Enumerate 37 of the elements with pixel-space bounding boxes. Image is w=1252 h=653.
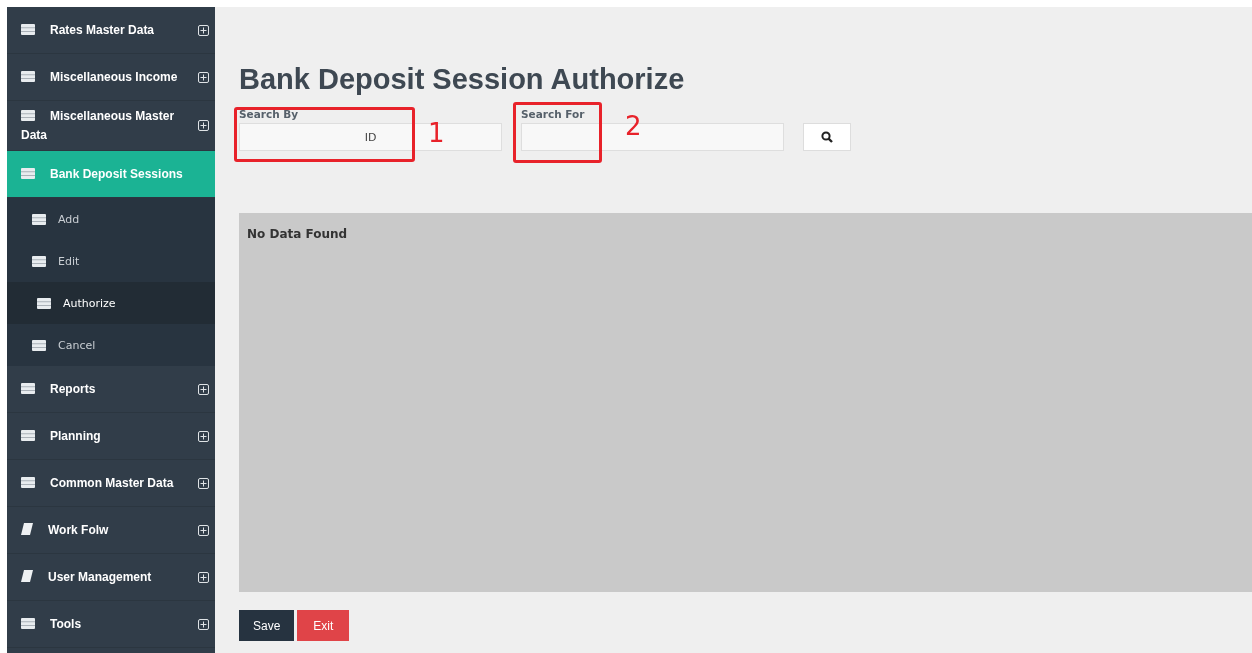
expand-icon[interactable] [198, 618, 209, 630]
list-icon [21, 382, 35, 394]
submenu-item[interactable]: Edit [7, 240, 215, 282]
expand-icon[interactable] [198, 477, 209, 489]
empty-message: No Data Found [247, 227, 348, 241]
list-icon [21, 167, 35, 179]
sidebar-item[interactable]: Rates Master Data [7, 7, 215, 54]
book-icon [21, 522, 33, 535]
expand-icon[interactable] [198, 383, 209, 395]
expand-icon[interactable] [198, 571, 209, 583]
expand-icon[interactable] [198, 24, 209, 36]
list-icon [21, 617, 35, 629]
expand-icon[interactable] [198, 120, 209, 131]
list-icon [32, 255, 46, 267]
exit-button[interactable]: Exit [297, 610, 350, 641]
list-icon [21, 23, 35, 35]
annotation-number: 2 [625, 112, 642, 140]
page-title: Bank Deposit Session Authorize [239, 62, 686, 96]
list-icon [21, 476, 35, 488]
expand-icon[interactable] [198, 524, 209, 536]
save-button[interactable]: Save [239, 610, 295, 641]
list-icon [32, 339, 46, 351]
search-icon [821, 131, 833, 143]
expand-icon[interactable] [198, 71, 209, 83]
search-button[interactable] [803, 123, 851, 151]
list-icon [32, 213, 46, 225]
list-icon [21, 110, 35, 121]
field-label: Search For [521, 108, 586, 120]
list-icon [37, 297, 51, 309]
submenu-item[interactable]: Authorize [7, 282, 215, 324]
list-icon [21, 70, 35, 82]
field-label: Search By [239, 108, 300, 120]
submenu-item[interactable]: Add [7, 198, 215, 240]
submenu-item[interactable]: Cancel [7, 324, 215, 366]
list-icon [21, 429, 35, 441]
book-icon [21, 569, 33, 582]
expand-icon[interactable] [198, 430, 209, 442]
